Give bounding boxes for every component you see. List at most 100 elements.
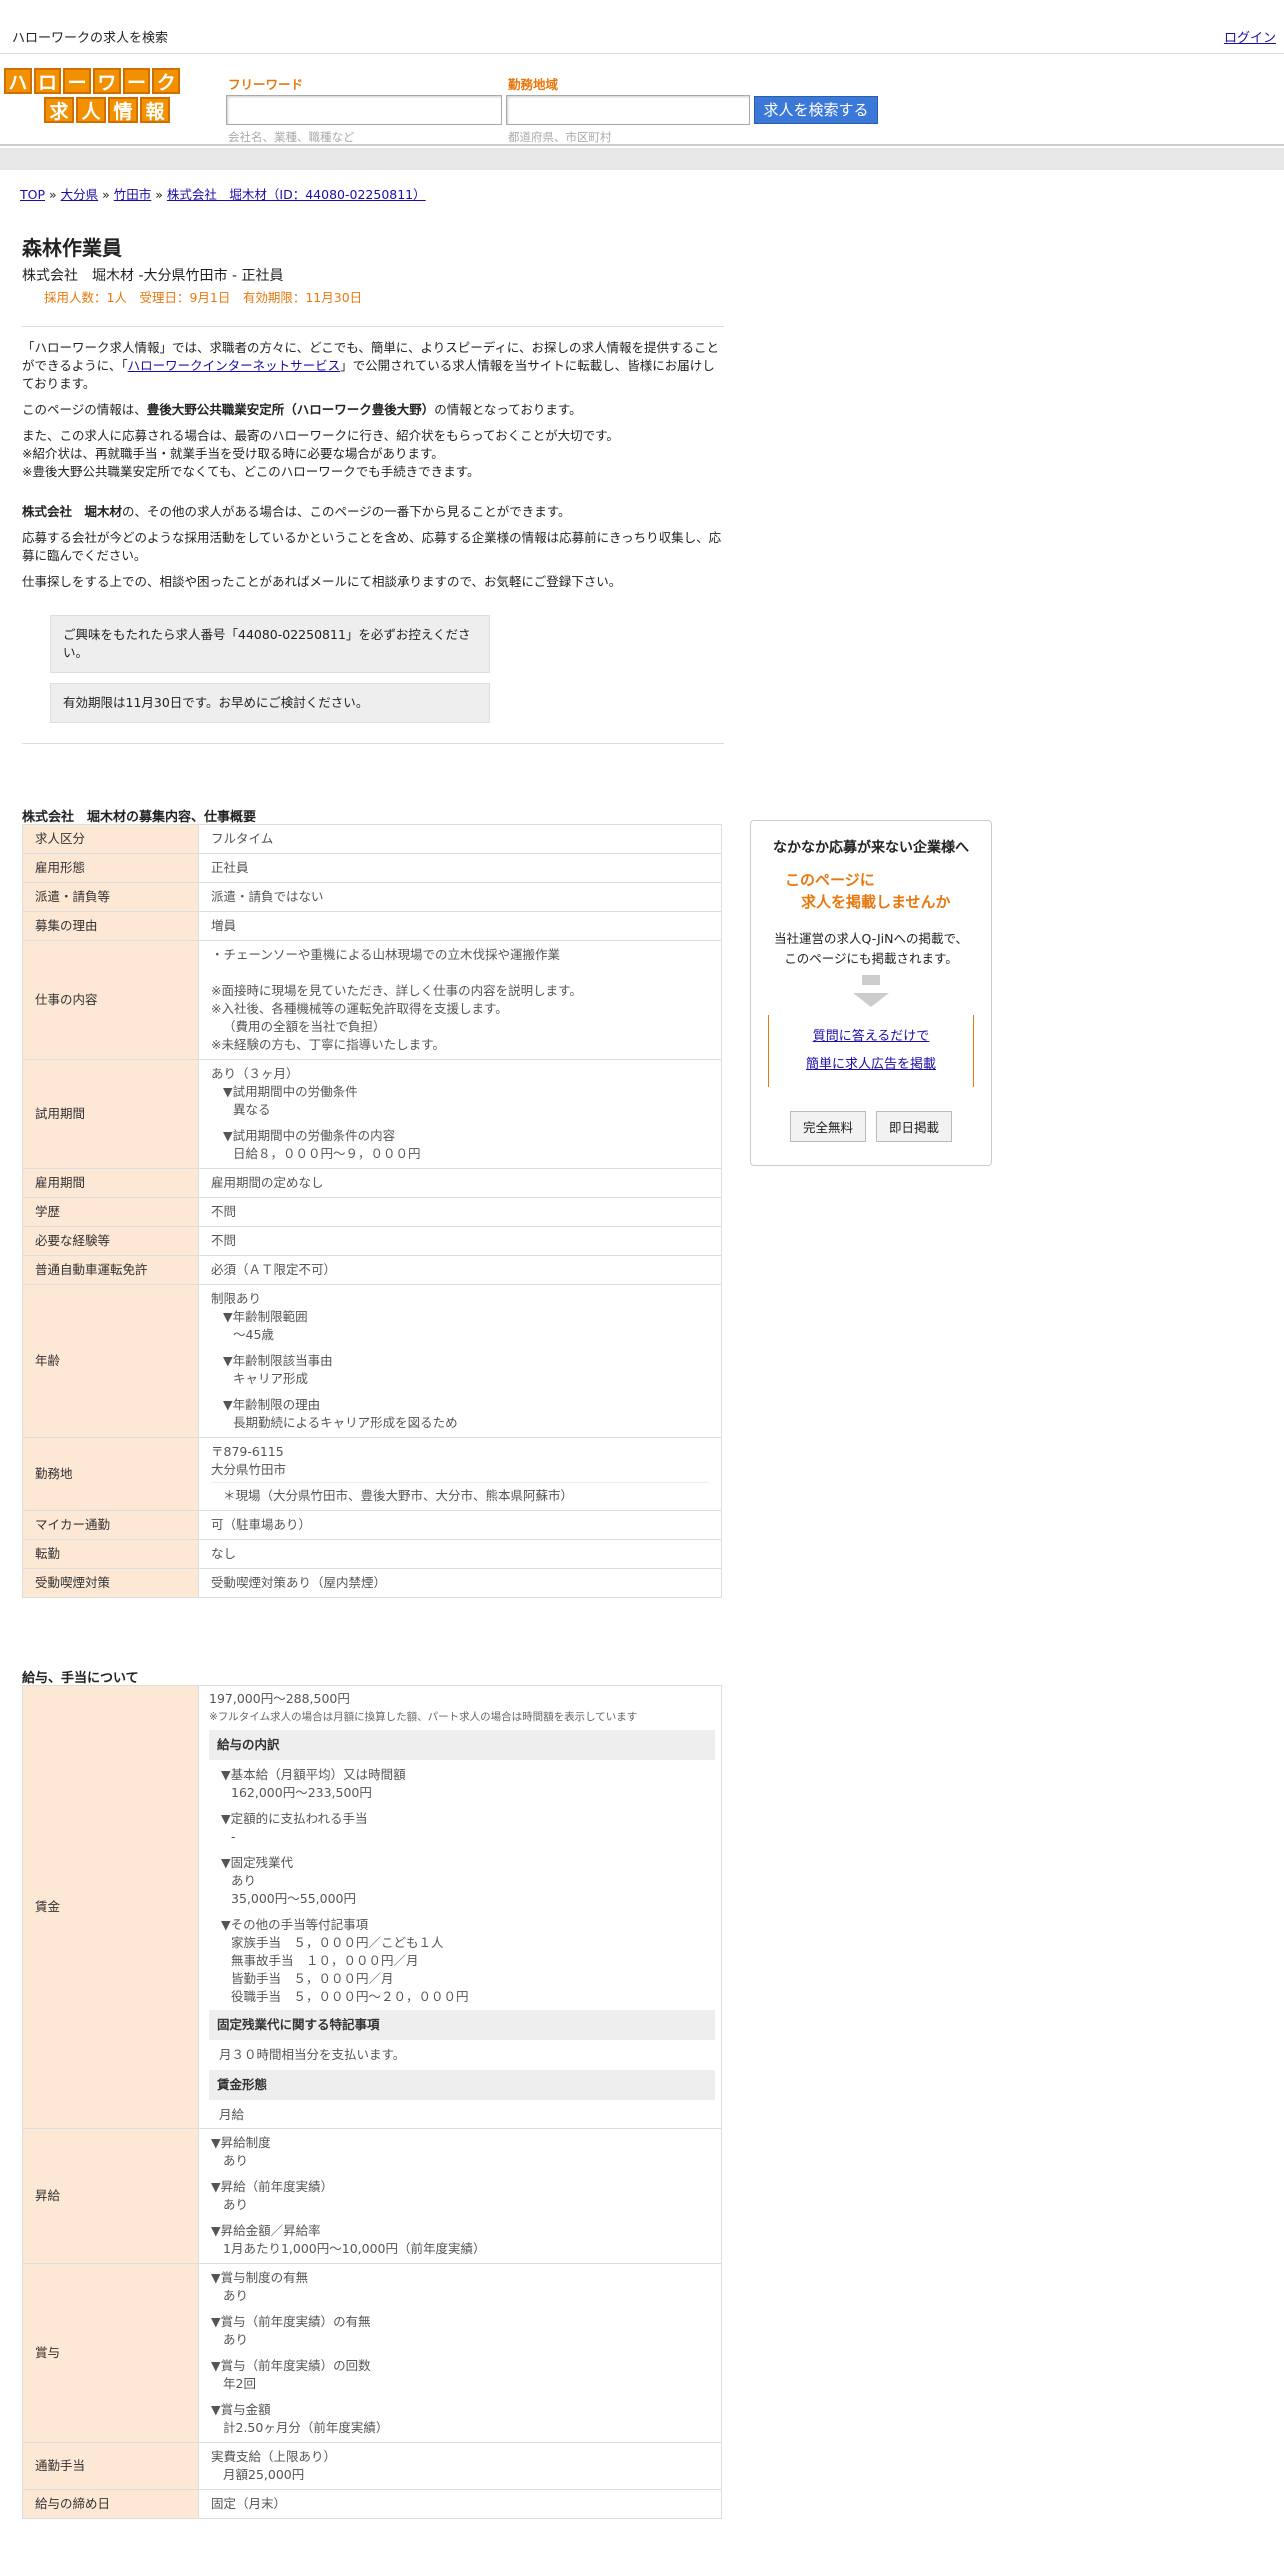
value-line: 制限あり — [211, 1291, 262, 1306]
table-row: 必要な経験等 不問 — [22, 1226, 722, 1256]
value-line: ▼賞与（前年度実績）の回数 — [211, 2358, 371, 2373]
value-line: 無事故手当 １０，０００円／月 — [231, 1953, 419, 1968]
breadcrumb-sep: » — [102, 187, 110, 202]
header-divider — [0, 148, 1284, 170]
free-button[interactable]: 完全無料 — [789, 1111, 866, 1142]
table-row: 求人区分 フルタイム — [22, 824, 722, 854]
hellowork-internet-link[interactable]: ハローワークインターネットサービス — [128, 358, 341, 373]
row-value: あり（３ヶ月） ▼試用期間中の労働条件 異なる ▼試用期間中の労働条件の内容 日… — [198, 1059, 722, 1169]
table-row: 賞与 ▼賞与制度の有無 あり ▼賞与（前年度実績）の有無 あり ▼賞与（前年度実… — [22, 2263, 722, 2443]
referral-line: また、この求人に応募される場合は、最寄のハローワークに行き、紹介状をもらっておく… — [22, 428, 619, 443]
value-line: 月給 — [219, 2107, 245, 2122]
ad-offer: このページに 求人を掲載しませんか — [751, 869, 991, 913]
office-text: の情報となっております。 — [434, 402, 582, 417]
table-row: 雇用期間 雇用期間の定めなし — [22, 1168, 722, 1198]
value-line: ▼固定残業代 — [221, 1855, 294, 1870]
ad-offer-line: 求人を掲載しませんか — [801, 893, 951, 911]
value-line: ▼基本給（月額平均）又は時間額 — [221, 1767, 406, 1782]
keyword-label: フリーワード — [228, 77, 304, 92]
job-details-heading: 株式会社 堀木材の募集内容、仕事概要 — [22, 810, 257, 825]
keyword-input[interactable] — [226, 95, 502, 125]
ad-heading: なかなか応募が来ない企業様へ — [773, 840, 969, 856]
value-line: あり — [223, 2288, 249, 2303]
table-row: 仕事の内容 ・チェーンソーや重機による山林現場での立木伐採や運搬作業 ※面接時に… — [22, 940, 722, 1060]
breadcrumb-pref[interactable]: 大分県 — [61, 187, 99, 202]
row-value: フルタイム — [198, 824, 722, 854]
row-value: 不問 — [198, 1226, 722, 1256]
down-arrow-icon — [862, 975, 880, 985]
value-line: 〒879-6115 — [211, 1444, 284, 1459]
value-line: - — [231, 1829, 236, 1844]
value-line: キャリア形成 — [233, 1371, 309, 1386]
breadcrumb-company[interactable]: 株式会社 堀木材（ID：44080-02250811） — [167, 187, 426, 202]
value-line: ※面接時に現場を見ていただき、詳しく仕事の内容を説明します。 — [211, 983, 582, 998]
row-key: 受動喫煙対策 — [22, 1568, 199, 1598]
row-value: ▼昇給制度 あり ▼昇給（前年度実績） あり ▼昇給金額／昇給率 1月あたり1,… — [198, 2128, 722, 2264]
value-line: 35,000円〜55,000円 — [231, 1891, 356, 1906]
search-button[interactable]: 求人を検索する — [754, 96, 878, 124]
table-row: マイカー通勤 可（駐車場あり） — [22, 1510, 722, 1540]
other-jobs-paragraph: 株式会社 堀木材の、その他の求人がある場合は、このページの一番下から見ることがで… — [22, 503, 722, 521]
value-line: （費用の全額を当社で負担） — [223, 1019, 386, 1034]
intro-paragraph: 「ハローワーク求人情報」では、求職者の方々に、どこでも、簡単に、よりスピーディに… — [22, 339, 722, 393]
table-row: 雇用形態 正社員 — [22, 853, 722, 883]
value-line: 長期勤続によるキャリア形成を図るため — [233, 1415, 458, 1430]
advice-paragraph: 応募する会社が今どのような採用活動をしているかということを含め、応募する企業様の… — [22, 530, 722, 563]
referral-line: ※豊後大野公共職業安定所でなくても、どこのハローワークでも手続きできます。 — [22, 464, 480, 479]
office-name: 豊後大野公共職業安定所（ハローワーク豊後大野） — [146, 402, 435, 417]
login-link[interactable]: ログイン — [1224, 27, 1276, 46]
row-key: 年齢 — [22, 1284, 199, 1438]
table-row: 昇給 ▼昇給制度 あり ▼昇給（前年度実績） あり ▼昇給金額／昇給率 1月あた… — [22, 2128, 722, 2264]
row-key: 給与の締め日 — [22, 2489, 199, 2519]
subheading: 固定残業代に関する特記事項 — [209, 2010, 715, 2040]
breadcrumb-city[interactable]: 竹田市 — [114, 187, 152, 202]
value-line: ▼昇給（前年度実績） — [211, 2179, 334, 2194]
row-value: 197,000円〜288,500円 ※フルタイム求人の場合は月額に換算した額、パ… — [198, 1685, 722, 2129]
table-row: 派遣・請負等 派遣・請負ではない — [22, 882, 722, 912]
breadcrumb-top[interactable]: TOP — [20, 187, 45, 202]
value-line: 月額25,000円 — [223, 2467, 305, 2482]
row-key: 昇給 — [22, 2128, 199, 2264]
logo-char: ー — [63, 68, 92, 94]
row-value: 増員 — [198, 911, 722, 941]
job-meta: 採用人数：1人 受理日：9月1日 有効期限：11月30日 — [44, 290, 363, 305]
value-line: ▼賞与制度の有無 — [211, 2270, 309, 2285]
area-input[interactable] — [506, 95, 750, 125]
value-line: 162,000円〜233,500円 — [231, 1785, 372, 1800]
table-row: 試用期間 あり（３ヶ月） ▼試用期間中の労働条件 異なる ▼試用期間中の労働条件… — [22, 1059, 722, 1169]
table-row: 通勤手当 実費支給（上限あり） 月額25,000円 — [22, 2442, 722, 2490]
row-value: 正社員 — [198, 853, 722, 883]
logo-char: 報 — [140, 97, 170, 123]
value-line: ▼試用期間中の労働条件の内容 — [223, 1128, 396, 1143]
ad-link-questions[interactable]: 質問に答えるだけで — [769, 1023, 973, 1051]
referral-paragraph: また、この求人に応募される場合は、最寄のハローワークに行き、紹介状をもらっておく… — [22, 427, 722, 481]
value-line: あり — [223, 2197, 249, 2212]
row-key: 雇用形態 — [22, 853, 199, 883]
ad-description-line: 当社運営の求人Q-JiNへの掲載で、 — [774, 931, 968, 946]
row-key: 求人区分 — [22, 824, 199, 854]
row-key: 転勤 — [22, 1539, 199, 1569]
salary-heading: 給与、手当について — [22, 1671, 139, 1686]
value-line: 家族手当 ５，０００円／こども１人 — [231, 1935, 444, 1950]
row-value: 固定（月末） — [198, 2489, 722, 2519]
divider — [22, 326, 724, 327]
ad-offer-line: このページに — [785, 871, 875, 889]
site-logo[interactable]: ハ ロ ー ワ ー ク 求 人 情 報 — [4, 68, 181, 124]
value-line: ▼試用期間中の労働条件 — [223, 1084, 358, 1099]
office-text: このページの情報は、 — [22, 402, 147, 417]
ad-link-post[interactable]: 簡単に求人広告を掲載 — [769, 1051, 973, 1079]
table-row: 普通自動車運転免許 必須（ＡＴ限定不可） — [22, 1255, 722, 1285]
value-line: ＊現場（大分県竹田市、豊後大野市、大分市、熊本県阿蘇市） — [223, 1488, 574, 1503]
logo-char: ー — [122, 68, 151, 94]
value-line: あり — [223, 2153, 249, 2168]
area-label: 勤務地域 — [508, 77, 559, 92]
down-arrow-icon — [853, 993, 889, 1007]
salary-note: ※フルタイム求人の場合は月額に換算した額、パート求人の場合は時間額を表示していま… — [209, 1711, 638, 1723]
logo-char: ク — [152, 68, 181, 94]
breadcrumb: TOP » 大分県 » 竹田市 » 株式会社 堀木材（ID：44080-0225… — [20, 184, 426, 203]
row-key: 試用期間 — [22, 1059, 199, 1169]
value-line: 年2回 — [223, 2376, 256, 2391]
job-number-notice: ご興味をもたれたら求人番号「44080-02250811」を必ずお控えください。 — [50, 615, 490, 673]
row-value: ▼賞与制度の有無 あり ▼賞与（前年度実績）の有無 あり ▼賞与（前年度実績）の… — [198, 2263, 722, 2443]
same-day-button[interactable]: 即日掲載 — [876, 1111, 953, 1142]
